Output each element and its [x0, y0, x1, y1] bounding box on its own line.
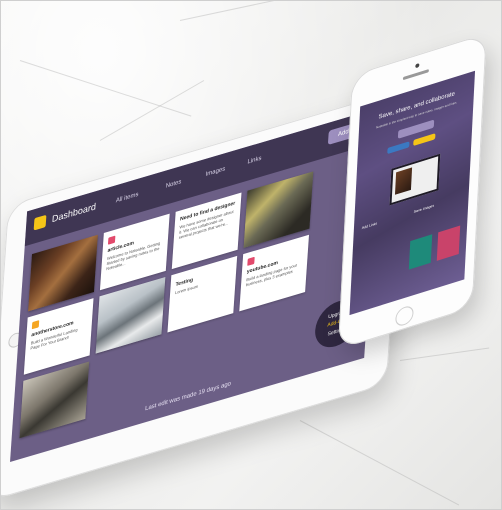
- note-card[interactable]: youtube.com Build a landing page for you…: [239, 234, 310, 312]
- article-icon: [107, 235, 116, 245]
- nav-notes[interactable]: Notes: [165, 179, 181, 190]
- phone-store-button[interactable]: [387, 141, 410, 155]
- phone-headline: Save, share, and collaborate: [378, 90, 456, 121]
- tablet-screen: Dashboard All items Notes Images Links A…: [10, 107, 382, 463]
- store-icon: [31, 320, 40, 330]
- youtube-icon: [247, 256, 255, 266]
- nav-links[interactable]: Links: [247, 155, 261, 165]
- phone-tile: [436, 225, 461, 261]
- nav-all-items[interactable]: All items: [116, 192, 139, 205]
- note-card[interactable]: Testing Lorem ipsum: [167, 255, 238, 333]
- phone-speaker: [402, 69, 429, 81]
- feature-label: Add Links: [361, 221, 378, 231]
- app-logo-icon: [33, 214, 47, 231]
- preview-image: [394, 167, 413, 195]
- phone-camera: [415, 63, 420, 69]
- nav-images[interactable]: Images: [205, 166, 225, 178]
- phone-device: Save, share, and collaborate Noteable is…: [337, 32, 487, 350]
- feature-label: Save Images: [413, 203, 435, 215]
- phone-screen: Save, share, and collaborate Noteable is…: [349, 70, 476, 316]
- marble-background: Dashboard All items Notes Images Links A…: [0, 0, 502, 510]
- phone-tile: [408, 234, 433, 270]
- app-title: Dashboard: [51, 201, 97, 225]
- phone-device-preview: [389, 153, 441, 206]
- phone-home-button: [395, 304, 414, 328]
- phone-store-button[interactable]: [413, 133, 436, 147]
- image-card-office[interactable]: [95, 277, 166, 354]
